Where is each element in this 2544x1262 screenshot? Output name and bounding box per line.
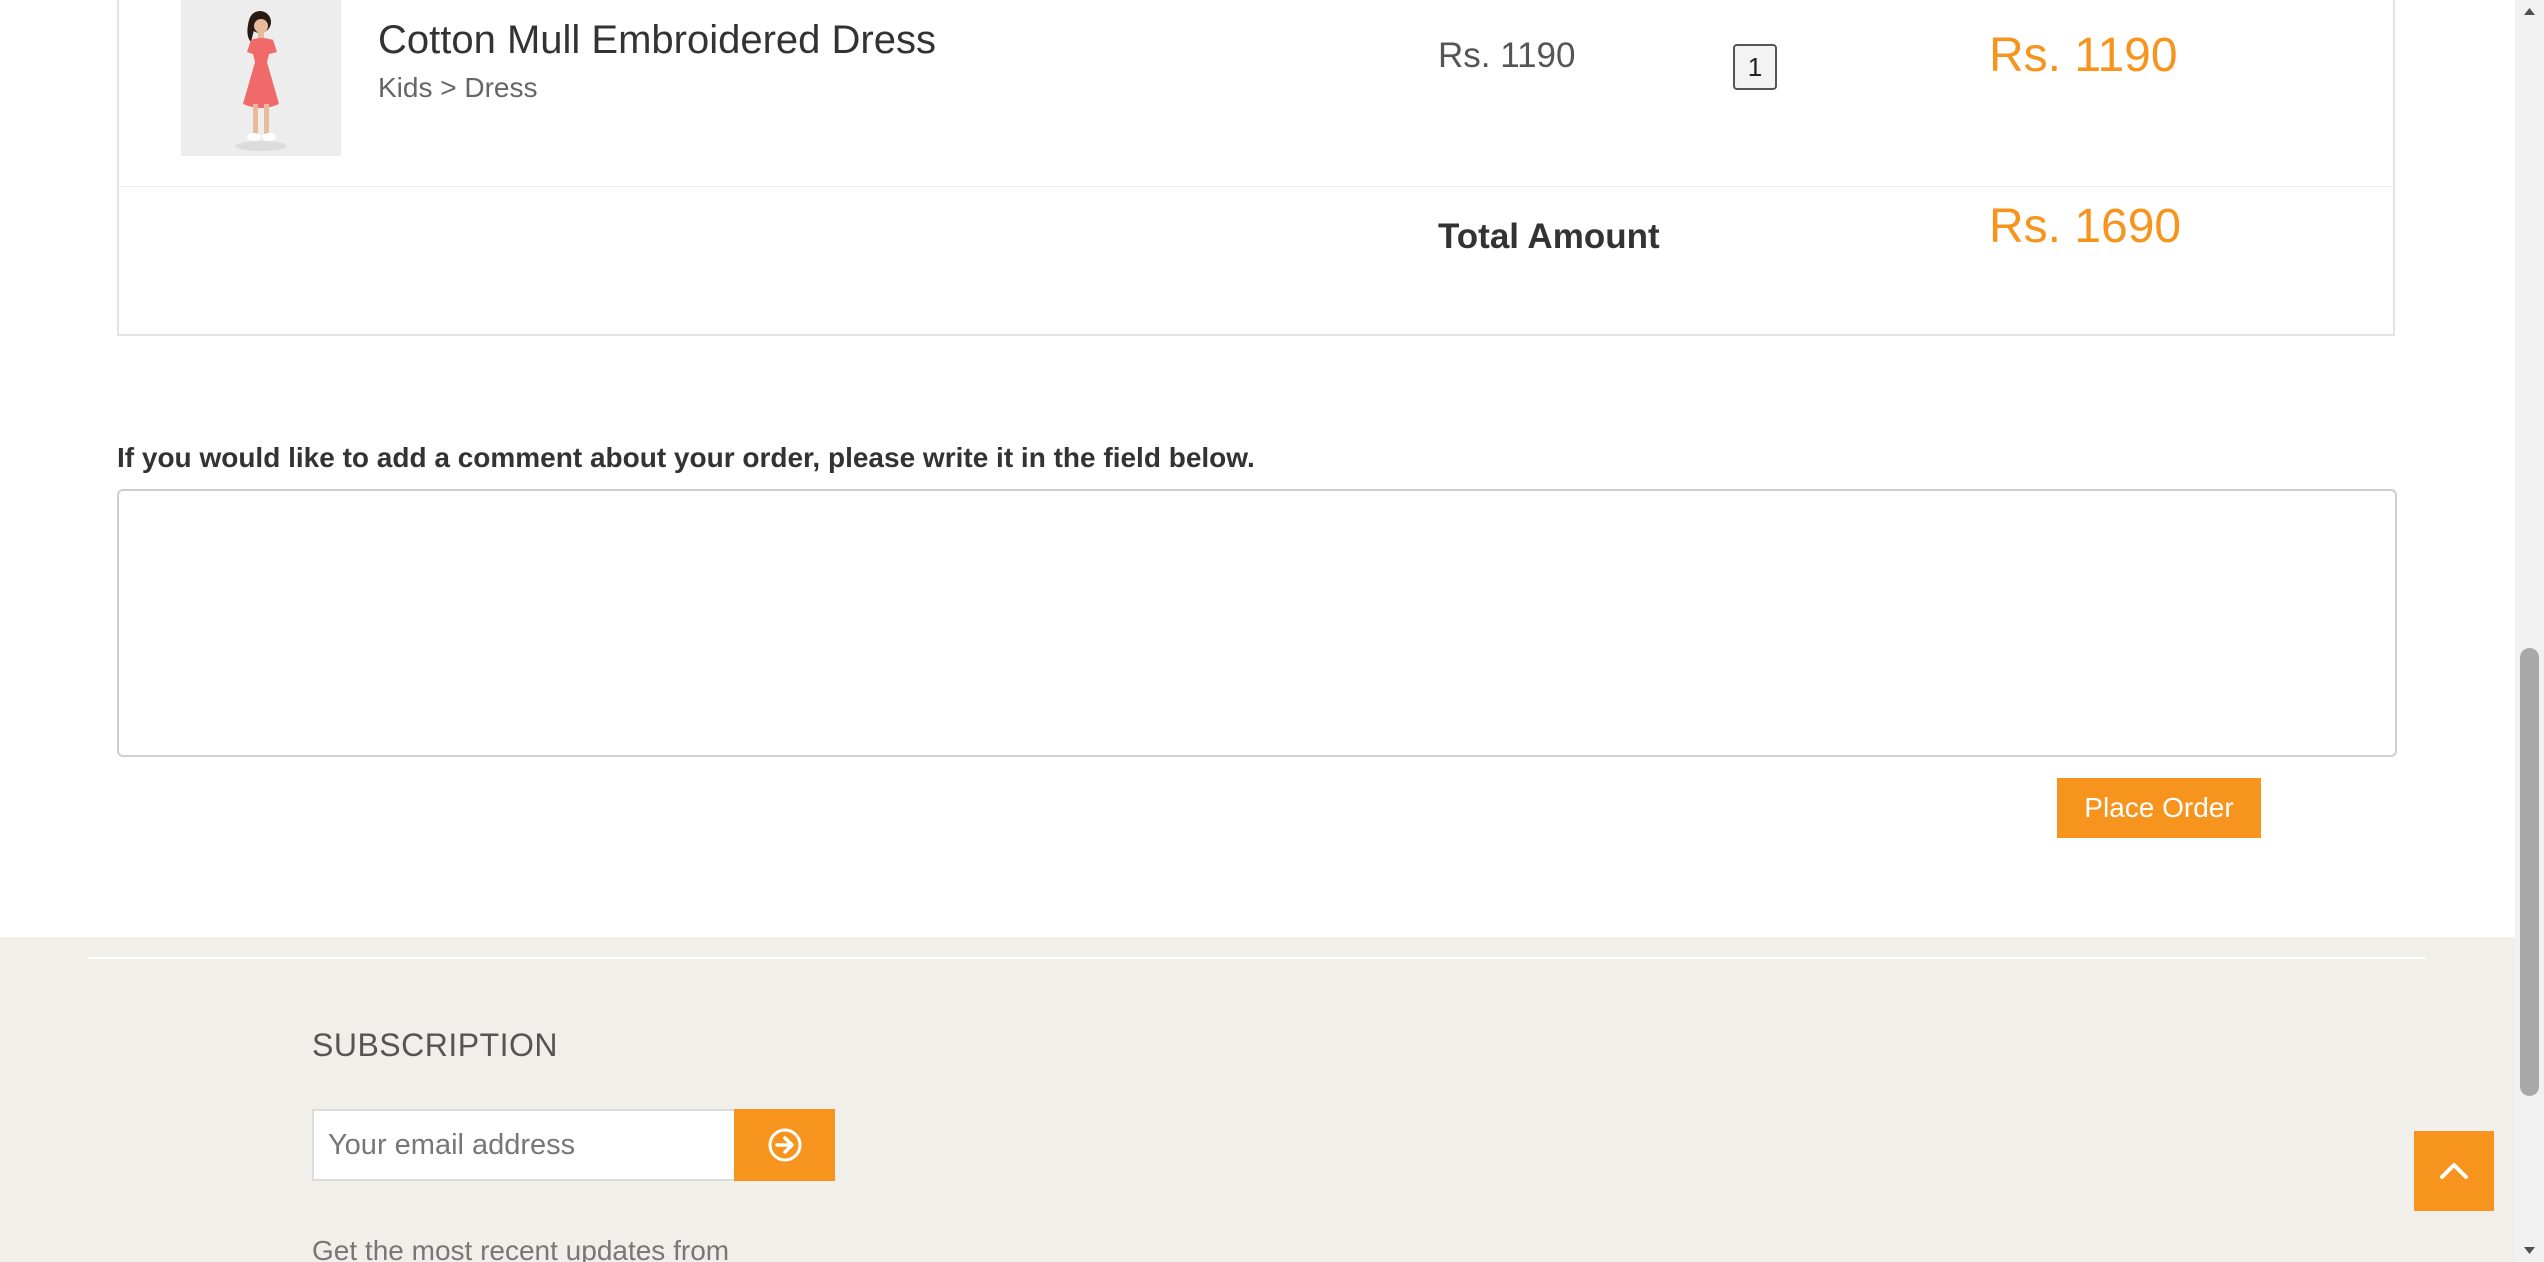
- order-summary-table: Cotton Mull Embroidered Dress Kids > Dre…: [117, 0, 2395, 336]
- subscription-description: Get the most recent updates from: [312, 1235, 730, 1262]
- subscription-heading: SUBSCRIPTION: [312, 1027, 559, 1063]
- checkout-page: Cotton Mull Embroidered Dress Kids > Dre…: [0, 0, 2544, 1262]
- total-amount-value: Rs. 1690: [1989, 200, 2182, 253]
- arrow-circle-right-icon: [768, 1128, 801, 1162]
- subscribe-button[interactable]: [734, 1109, 835, 1181]
- unit-price: Rs. 1190: [1438, 36, 1576, 75]
- footer: SUBSCRIPTION Get the most recent updates…: [0, 937, 2515, 1262]
- scrollbar-thumb[interactable]: [2520, 648, 2539, 1096]
- line-total: Rs. 1190: [1989, 29, 2178, 82]
- quantity-field[interactable]: 1: [1733, 44, 1777, 90]
- product-name-link[interactable]: Cotton Mull Embroidered Dress: [378, 18, 936, 63]
- subscription-email-input[interactable]: [312, 1109, 734, 1181]
- product-category: Kids > Dress: [378, 72, 538, 103]
- back-to-top-button[interactable]: [2414, 1131, 2494, 1211]
- page-scrollbar[interactable]: [2515, 0, 2544, 1262]
- scroll-up-arrow-icon[interactable]: [2515, 0, 2544, 24]
- table-row-divider: [119, 186, 2393, 187]
- place-order-button[interactable]: Place Order: [2057, 778, 2261, 838]
- order-comment-textarea[interactable]: [117, 489, 2397, 757]
- footer-divider: [88, 957, 2426, 959]
- order-comment-label: If you would like to add a comment about…: [117, 442, 1255, 473]
- total-amount-label: Total Amount: [1438, 217, 1660, 256]
- chevron-up-icon: [2440, 1163, 2468, 1179]
- scroll-down-arrow-icon[interactable]: [2515, 1238, 2544, 1262]
- product-image[interactable]: [181, 0, 341, 156]
